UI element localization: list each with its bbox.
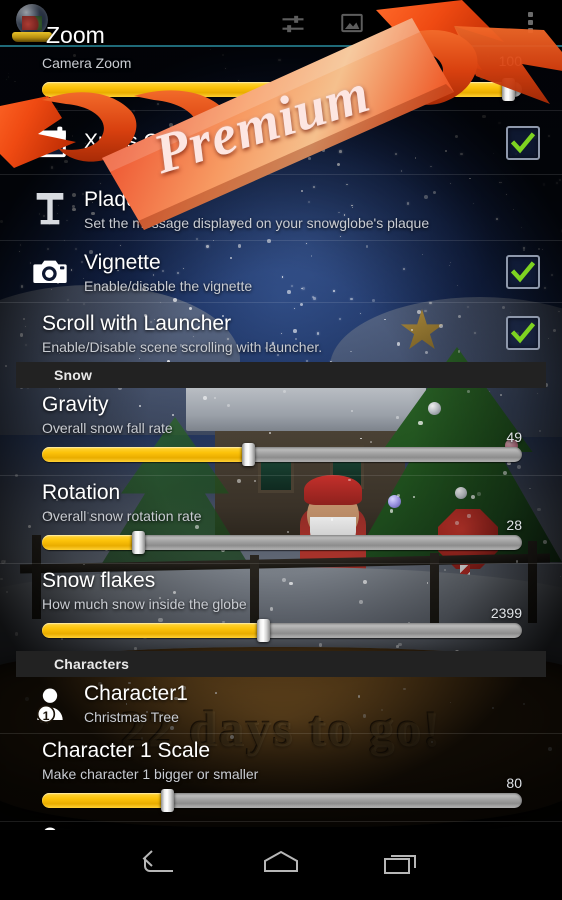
pref-summary-snow-flakes: How much snow inside the globe	[42, 596, 247, 612]
pref-row-gravity[interactable]: Gravity Overall snow fall rate 49	[0, 388, 562, 475]
seekbar-character1-scale[interactable]	[42, 789, 522, 812]
seek-thumb[interactable]	[501, 78, 515, 101]
overflow-menu-icon[interactable]	[521, 12, 539, 40]
pref-summary-rotation: Overall snow rotation rate	[42, 508, 202, 524]
pref-summary-scroll-with-launcher: Enable/Disable scene scrolling with laun…	[42, 339, 323, 355]
checkbox-scroll-with-launcher[interactable]	[506, 315, 540, 350]
section-header-characters: Characters	[16, 651, 546, 677]
pref-row-character1[interactable]: 1 Character1 Christmas Tree	[0, 677, 562, 733]
pref-summary-plaque-message: Set the message displayed on your snowgl…	[84, 215, 430, 231]
preference-list[interactable]: Camera Zoom 100 Xmas Count Down Plaque S…	[0, 47, 562, 830]
calendar-icon	[30, 123, 70, 163]
seek-fill	[42, 793, 167, 808]
info-icon[interactable]	[399, 10, 427, 38]
pref-row-character1-scale[interactable]: Character 1 Scale Make character 1 bigge…	[0, 733, 562, 821]
pref-summary-character1: Christmas Tree	[84, 709, 179, 725]
plaque-icon	[30, 188, 70, 228]
seek-thumb[interactable]	[242, 443, 256, 466]
tune-sliders-icon[interactable]	[279, 10, 307, 38]
pref-title-camera-zoom: Camera Zoom	[42, 55, 132, 71]
device-screen: 22 days to go! Zoom Camera Zoom 100 Xmas…	[0, 0, 562, 900]
seekbar-gravity[interactable]	[42, 443, 522, 466]
pref-row-xmas-countdown[interactable]: Xmas Count Down	[0, 110, 562, 174]
pref-value-camera-zoom: 100	[498, 53, 522, 69]
system-navigation-bar	[0, 830, 562, 900]
svg-text:1: 1	[43, 709, 50, 723]
pref-title-plaque-message: Plaque	[84, 188, 150, 211]
checkbox-vignette[interactable]	[506, 254, 540, 289]
pref-title-gravity: Gravity	[42, 393, 109, 416]
pref-title-rotation: Rotation	[42, 481, 121, 504]
seekbar-rotation[interactable]	[42, 531, 522, 554]
pref-row-snow-flakes[interactable]: Snow flakes How much snow inside the glo…	[0, 563, 562, 651]
seek-thumb[interactable]	[160, 789, 174, 812]
recents-button[interactable]	[371, 848, 431, 882]
pref-row-scroll-with-launcher[interactable]: Scroll with Launcher Enable/Disable scen…	[0, 302, 562, 362]
seek-fill	[42, 447, 249, 462]
pref-title-scroll-with-launcher: Scroll with Launcher	[42, 312, 232, 335]
pref-title-character1-scale: Character 1 Scale	[42, 739, 211, 762]
pref-summary-character1-scale: Make character 1 bigger or smaller	[42, 766, 259, 782]
pref-row-rotation[interactable]: Rotation Overall snow rotation rate 28	[0, 475, 562, 563]
pref-row-plaque-message[interactable]: Plaque Set the message displayed on your…	[0, 174, 562, 240]
pref-title-vignette: Vignette	[84, 251, 161, 274]
pref-title-character1: Character1	[84, 682, 188, 705]
person-1-icon: 1	[30, 685, 70, 725]
action-bar: Zoom	[0, 0, 562, 48]
pref-row-camera-zoom[interactable]: Camera Zoom 100	[0, 47, 562, 110]
seek-fill	[42, 82, 508, 97]
seekbar-camera-zoom[interactable]	[42, 78, 522, 101]
seekbar-snow-flakes[interactable]	[42, 619, 522, 642]
page-title: Zoom	[46, 22, 105, 48]
back-button[interactable]	[131, 848, 191, 882]
seek-thumb[interactable]	[132, 531, 145, 554]
seek-fill	[42, 623, 263, 638]
pref-summary-gravity: Overall snow fall rate	[42, 420, 173, 436]
pref-summary-vignette: Enable/disable the vignette	[84, 278, 253, 294]
pref-title-xmas-countdown: Xmas Count Down	[84, 130, 260, 153]
seek-fill	[42, 535, 138, 550]
checkbox-xmas-countdown[interactable]	[506, 125, 540, 160]
pref-row-vignette[interactable]: Vignette Enable/disable the vignette	[0, 240, 562, 302]
pref-row-character2[interactable]: Character2	[0, 821, 562, 830]
section-header-snow: Snow	[16, 362, 546, 388]
home-button[interactable]	[251, 848, 311, 882]
gallery-image-icon[interactable]	[339, 10, 367, 38]
seek-thumb[interactable]	[256, 619, 270, 642]
camera-icon	[30, 252, 70, 292]
pref-title-snow-flakes: Snow flakes	[42, 569, 156, 592]
